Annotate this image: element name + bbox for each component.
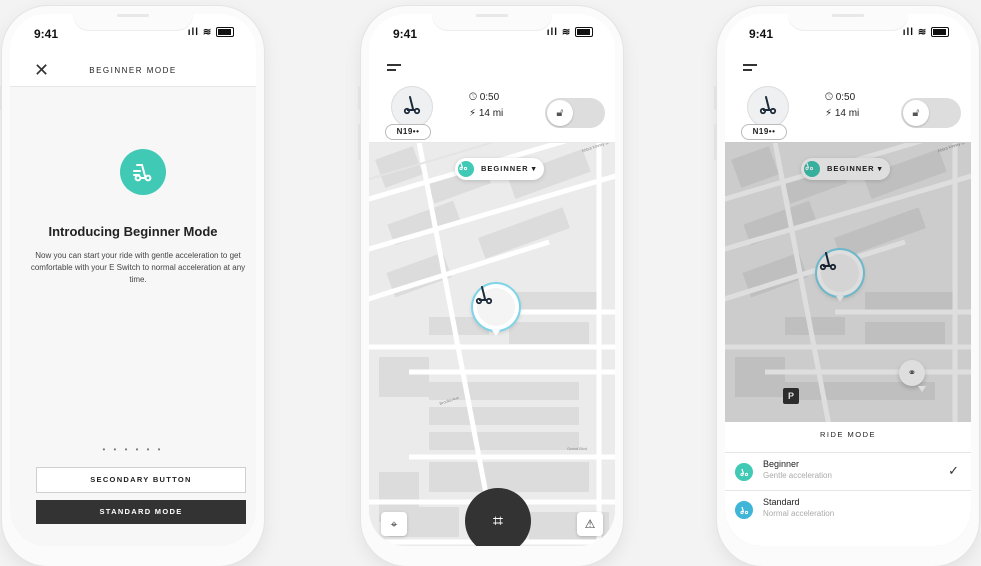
ride-info-bar: N19•• 🕓︎ 0:50 ⚡︎ 14 mi 🔓︎ [725, 86, 971, 143]
menu-icon[interactable] [743, 64, 757, 72]
intro-description: Now you can start your ride with gentle … [30, 251, 246, 284]
menu-icon[interactable] [387, 64, 401, 72]
unlock-icon: 🔓︎ [903, 100, 929, 126]
phone-side-button [358, 86, 361, 110]
ride-duration: 🕓︎ 0:50 [469, 92, 499, 103]
report-issue-button[interactable]: ⚠︎ [577, 512, 603, 536]
wifi-icon: ≋ [917, 27, 928, 38]
battery-icon [931, 27, 949, 38]
intro-header: ✕ BEGINNER MODE [10, 58, 256, 87]
ride-duration: 🕓︎ 0:50 [825, 92, 855, 103]
status-time: 9:41 [34, 27, 59, 41]
standard-mode-button[interactable]: STANDARD MODE [36, 500, 246, 524]
unlock-icon: 🔓︎ [547, 100, 573, 126]
vehicle-id-badge: N19•• [741, 124, 787, 140]
warning-icon: ⚠︎ [584, 517, 596, 531]
scan-button[interactable]: ⌗ [465, 488, 531, 546]
screen-map: 9:41 ıll ≋ N19•• 🕓︎ 0:50 ⚡︎ 14 mi 🔓︎ Abb… [369, 14, 615, 546]
duration-value: 0:50 [479, 92, 500, 103]
beginner-scooter-icon [735, 463, 753, 481]
secondary-button[interactable]: SECONDARY BUTTON [36, 467, 246, 493]
lightning-icon: ⚡︎ [469, 108, 477, 119]
battery-icon [575, 27, 593, 38]
ride-range: ⚡︎ 14 mi [825, 108, 859, 119]
phone-frame-map: 9:41 ıll ≋ N19•• 🕓︎ 0:50 ⚡︎ 14 mi 🔓︎ Abb… [358, 6, 623, 566]
page-title: BEGINNER MODE [89, 66, 177, 75]
scan-icon: ⌗ [492, 510, 504, 531]
phone-frame-ride-mode: 9:41 ıll ≋ N19•• 🕓︎ 0:50 ⚡︎ 14 mi 🔓︎ Abb… [714, 6, 979, 566]
status-icons: ıll ≋ [547, 27, 593, 38]
beginner-scooter-icon [458, 161, 474, 177]
screen-intro: 9:41 ıll ≋ ✕ BEGINNER MODE Introducing B… [10, 14, 256, 546]
wifi-icon: ≋ [202, 27, 213, 38]
page-indicator[interactable]: • • • • • • [10, 445, 256, 454]
scooter-location-pin[interactable] [473, 284, 519, 336]
option-name: Standard [763, 497, 800, 507]
ride-mode-option-beginner[interactable]: Beginner Gentle acceleration ✓ [725, 452, 971, 489]
signal-icon: ıll [902, 27, 915, 38]
signal-icon: ıll [187, 27, 200, 38]
chevron-down-icon: ▾ [531, 164, 537, 173]
map-view[interactable]: Abbot Kinney Bl Grand Blvd Brooks Ave BE… [369, 142, 615, 546]
phone-notch [432, 6, 552, 30]
status-icons: ıll ≋ [903, 27, 949, 38]
option-description: Gentle acceleration [763, 471, 832, 480]
lock-toggle[interactable]: 🔓︎ [545, 98, 605, 128]
scooter-icon [401, 94, 423, 121]
intro-heading: Introducing Beginner Mode [48, 224, 218, 239]
phone-side-button [714, 86, 717, 110]
option-name: Beginner [763, 459, 800, 469]
signal-icon: ıll [546, 27, 559, 38]
battery-icon [216, 27, 234, 38]
status-icons: ıll ≋ [188, 27, 234, 38]
ride-range: ⚡︎ 14 mi [469, 108, 503, 119]
range-value: 14 mi [478, 108, 504, 119]
screen-ride-mode: 9:41 ıll ≋ N19•• 🕓︎ 0:50 ⚡︎ 14 mi 🔓︎ Abb… [725, 14, 971, 546]
standard-scooter-icon [735, 501, 753, 519]
crosshair-icon: ⌖ [390, 516, 398, 531]
checkmark-icon: ✓ [948, 463, 959, 478]
vehicle-id-badge: N19•• [385, 124, 431, 140]
mode-pill-label: BEGINNER [481, 164, 529, 173]
ride-mode-option-standard[interactable]: Standard Normal acceleration [725, 490, 971, 527]
phone-frame-intro: 9:41 ıll ≋ ✕ BEGINNER MODE Introducing B… [0, 6, 264, 566]
phone-notch [73, 6, 193, 30]
option-description: Normal acceleration [763, 509, 835, 518]
sheet-title: RIDE MODE [819, 430, 876, 439]
phone-side-button [714, 124, 717, 160]
beginner-scooter-icon [120, 149, 166, 195]
map-street-label: Grand Blvd [566, 446, 587, 451]
status-time: 9:41 [749, 27, 774, 41]
lightning-icon: ⚡︎ [825, 108, 833, 119]
phone-side-button [0, 86, 2, 110]
clock-icon: 🕓︎ [825, 92, 833, 103]
duration-value: 0:50 [835, 92, 856, 103]
intro-body: Introducing Beginner Mode Now you can st… [10, 87, 256, 546]
ride-mode-sheet: RIDE MODE Beginner Gentle acceleration ✓… [725, 422, 971, 546]
phone-notch [788, 6, 908, 30]
phone-side-button [358, 124, 361, 160]
map-streets [369, 142, 615, 546]
clock-icon: 🕓︎ [469, 92, 477, 103]
range-value: 14 mi [834, 108, 860, 119]
lock-toggle[interactable]: 🔓︎ [901, 98, 961, 128]
vehicle-avatar [391, 86, 433, 128]
mode-pill[interactable]: BEGINNER ▾ [455, 158, 545, 180]
wifi-icon: ≋ [561, 27, 572, 38]
ride-info-bar: N19•• 🕓︎ 0:50 ⚡︎ 14 mi 🔓︎ [369, 86, 615, 143]
vehicle-avatar [747, 86, 789, 128]
scooter-icon [757, 94, 779, 121]
locate-me-button[interactable]: ⌖ [381, 512, 407, 536]
status-time: 9:41 [393, 27, 418, 41]
